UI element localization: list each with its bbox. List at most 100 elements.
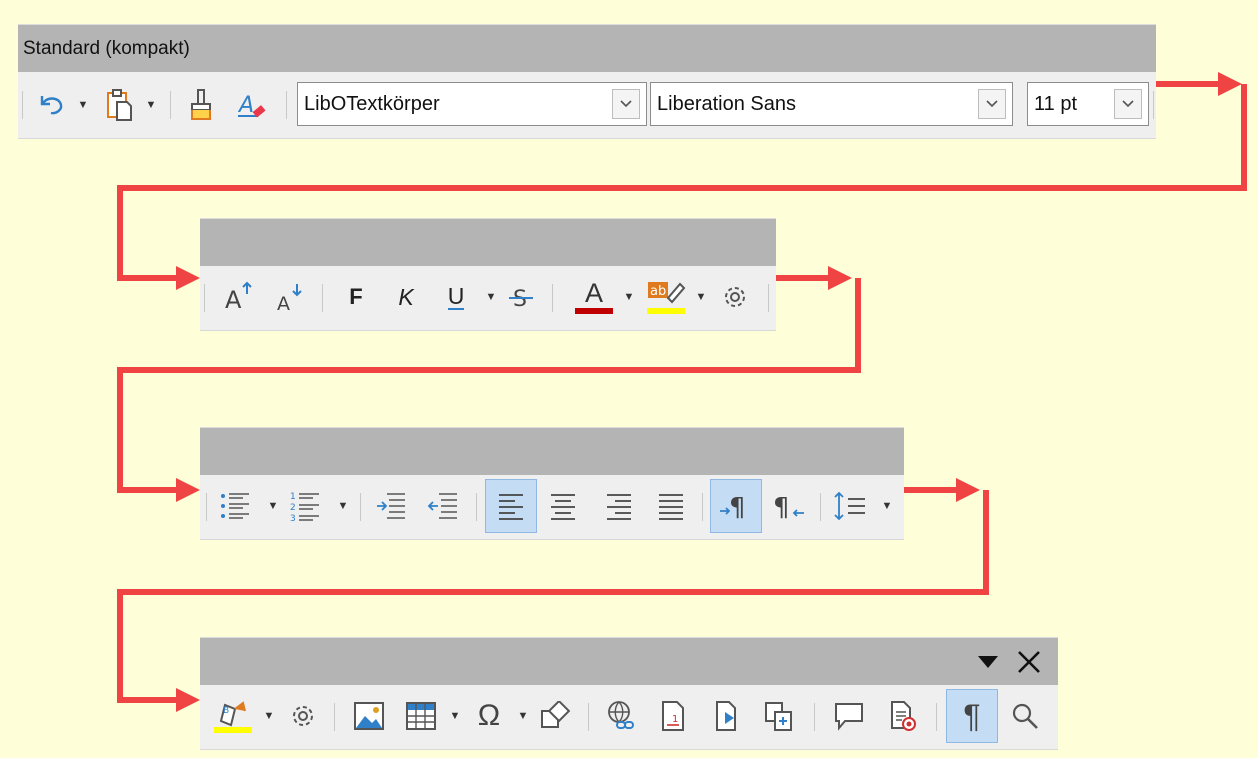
svg-text:B: B [223, 706, 229, 716]
insert-field-button[interactable] [760, 697, 798, 735]
numbered-list-icon: 1 2 3 [290, 492, 319, 522]
toolbar-titlebar[interactable]: Standard (kompakt) [18, 24, 1156, 73]
font-name-combo[interactable]: Liberation Sans [650, 82, 1013, 126]
insert-page-break-button[interactable] [708, 697, 746, 735]
toolbar-titlebar[interactable] [200, 637, 1058, 686]
left-to-right-button[interactable]: ¶ [710, 479, 762, 533]
increase-indent-button[interactable] [372, 487, 410, 525]
align-center-button[interactable] [544, 487, 582, 525]
decrease-indent-button[interactable] [424, 487, 462, 525]
separator [588, 703, 589, 731]
svg-text:2: 2 [290, 503, 296, 513]
font-color-dropdown-icon[interactable]: ▼ [622, 286, 636, 308]
formatting-marks-button[interactable]: ¶ [946, 689, 998, 743]
bold-button[interactable]: F [340, 278, 372, 316]
increase-font-icon: A [225, 281, 252, 314]
font-size-combo[interactable]: 11 pt [1027, 82, 1149, 126]
increase-font-size-button[interactable]: A [222, 278, 258, 316]
separator [360, 493, 361, 521]
align-left-button[interactable] [485, 479, 537, 533]
line-spacing-dropdown-icon[interactable]: ▼ [880, 495, 894, 517]
bullets-dropdown-icon[interactable]: ▼ [266, 495, 280, 517]
omega-icon: Ω [477, 699, 501, 732]
separator [768, 284, 769, 312]
toolbar-options-menu-button[interactable] [974, 648, 1002, 676]
align-right-button[interactable] [600, 487, 638, 525]
toolbar-segment-3: ▼ 1 2 3 ▼ ¶ ¶ ▼ [200, 427, 904, 540]
highlight-color-button[interactable]: ab [644, 270, 688, 320]
decrease-font-icon: A [277, 284, 302, 314]
toolbar-segment-2: A A F K U ▼ S A ▼ ab ▼ [200, 218, 776, 331]
clone-formatting-button[interactable] [184, 86, 218, 124]
insert-image-button[interactable] [350, 697, 388, 735]
line-spacing-button[interactable] [830, 487, 870, 525]
comment-icon [835, 703, 863, 731]
undo-button[interactable] [34, 88, 68, 122]
font-name-chevron-down-icon[interactable] [978, 89, 1006, 119]
font-color-label: A [584, 278, 603, 308]
svg-text:1: 1 [290, 492, 296, 502]
insert-special-character-button[interactable]: Ω [470, 697, 508, 735]
font-color-button[interactable]: A [572, 272, 616, 320]
svg-text:A: A [277, 293, 290, 314]
undo-icon [40, 96, 63, 115]
close-icon [1018, 651, 1040, 673]
bullets-button[interactable] [216, 487, 254, 525]
highlight-dropdown-icon[interactable]: ▼ [694, 286, 708, 308]
paste-dropdown-icon[interactable]: ▼ [144, 94, 158, 116]
strikethrough-button[interactable]: S [504, 278, 538, 316]
search-icon [1012, 703, 1038, 729]
separator [702, 493, 703, 521]
pilcrow-icon: ¶ [963, 697, 981, 734]
separator [820, 493, 821, 521]
numbering-dropdown-icon[interactable]: ▼ [336, 495, 350, 517]
toolbar-segment-4: B ▼ ▼ Ω ▼ 1 ¶ [200, 637, 1058, 750]
increase-indent-icon [377, 493, 405, 519]
insert-shapes-button[interactable] [536, 697, 574, 735]
separator [204, 284, 205, 312]
right-to-left-button[interactable]: ¶ [768, 487, 808, 525]
toolbar-titlebar[interactable] [200, 427, 904, 476]
insert-table-button[interactable] [402, 697, 440, 735]
paste-button[interactable] [102, 86, 136, 124]
undo-dropdown-icon[interactable]: ▼ [76, 94, 90, 116]
insert-hyperlink-button[interactable] [602, 697, 640, 735]
clear-formatting-button[interactable]: A [232, 86, 270, 124]
separator [22, 91, 23, 119]
svg-text:1: 1 [672, 714, 678, 725]
toolbar-titlebar[interactable] [200, 218, 776, 267]
character-settings-button[interactable] [716, 278, 754, 316]
paragraph-style-chevron-down-icon[interactable] [612, 89, 640, 119]
special-character-dropdown-icon[interactable]: ▼ [516, 705, 530, 727]
italic-button[interactable]: K [390, 278, 422, 316]
insert-footnote-button[interactable]: 1 [654, 697, 692, 735]
arrowhead [176, 266, 200, 290]
insert-comment-button[interactable] [830, 697, 868, 735]
justify-button[interactable] [652, 487, 690, 525]
decrease-font-size-button[interactable]: A [272, 278, 308, 316]
shapes-icon [541, 701, 571, 728]
font-size-value: 11 pt [1034, 93, 1077, 115]
track-changes-icon [891, 701, 916, 731]
close-toolbar-button[interactable] [1012, 646, 1046, 678]
paragraph-settings-button[interactable] [284, 697, 322, 735]
arrowhead [956, 478, 980, 502]
highlight-color-bar [647, 308, 685, 314]
separator [206, 493, 207, 521]
underline-dropdown-icon[interactable]: ▼ [484, 286, 498, 308]
numbering-button[interactable]: 1 2 3 [286, 487, 324, 525]
background-color-button[interactable]: B [210, 693, 256, 739]
separator [322, 284, 323, 312]
track-changes-button[interactable] [884, 697, 922, 735]
separator [936, 703, 937, 731]
arrowhead [1218, 72, 1242, 96]
find-replace-button[interactable] [1006, 697, 1044, 735]
background-color-dropdown-icon[interactable]: ▼ [262, 705, 276, 727]
font-name-value: Liberation Sans [657, 93, 796, 115]
font-size-chevron-down-icon[interactable] [1114, 89, 1142, 119]
underline-button[interactable]: U [440, 278, 472, 316]
paragraph-style-combo[interactable]: LibOTextkörper [297, 82, 647, 126]
table-icon [406, 702, 436, 730]
separator [476, 493, 477, 521]
table-dropdown-icon[interactable]: ▼ [448, 705, 462, 727]
